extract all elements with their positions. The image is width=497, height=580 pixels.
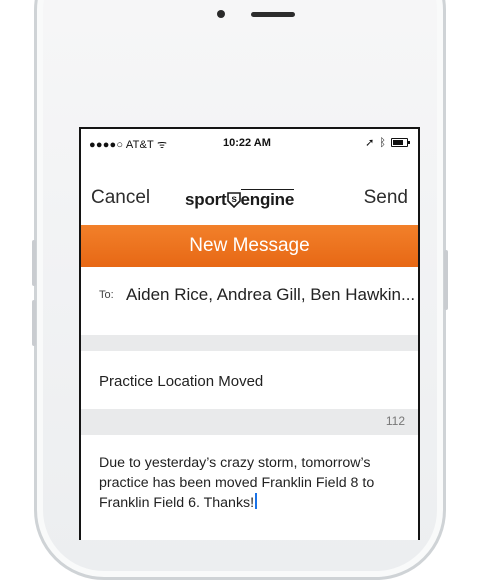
proximity-sensor xyxy=(217,10,225,18)
character-counter-bar: 112 xyxy=(81,409,418,435)
to-label: To: xyxy=(99,289,114,301)
message-body-field[interactable]: Due to yesterday’s crazy storm, tomorrow… xyxy=(81,435,418,540)
send-button[interactable]: Send xyxy=(364,187,408,209)
svg-text:s: s xyxy=(231,194,237,205)
volume-up-button xyxy=(32,240,36,286)
page-title: New Message xyxy=(189,235,310,256)
message-body[interactable]: Due to yesterday’s crazy storm, tomorrow… xyxy=(99,453,405,513)
nav-bar: Cancel sport s engine Send xyxy=(81,169,418,213)
status-bar: ●●●●○ AT&T ᯤ 10:22 AM ➚ ᛒ xyxy=(81,129,418,155)
sportsengine-logo: sport s engine xyxy=(185,189,294,210)
power-button xyxy=(444,250,448,310)
new-message-header: New Message xyxy=(81,225,418,267)
battery-icon xyxy=(391,138,410,147)
status-time: 10:22 AM xyxy=(223,137,271,149)
bluetooth-icon: ᛒ xyxy=(379,136,386,149)
logo-shield-icon: s xyxy=(226,191,241,208)
section-divider xyxy=(81,335,418,351)
carrier-signal: ●●●●○ AT&T ᯤ xyxy=(89,139,168,151)
earpiece-speaker xyxy=(251,12,295,17)
logo-text-right: engine xyxy=(240,189,295,209)
phone-screen: ●●●●○ AT&T ᯤ 10:22 AM ➚ ᛒ Cancel sport s… xyxy=(79,127,420,540)
text-cursor xyxy=(255,493,257,509)
location-icon: ➚ xyxy=(365,137,375,149)
recipients-value[interactable]: Aiden Rice, Andrea Gill, Ben Hawkin... xyxy=(126,285,415,305)
subject-value[interactable]: Practice Location Moved xyxy=(99,373,263,390)
cancel-button[interactable]: Cancel xyxy=(91,187,150,209)
status-icons: ➚ ᛒ xyxy=(365,136,410,149)
recipients-field[interactable]: To: Aiden Rice, Andrea Gill, Ben Hawkin.… xyxy=(81,277,418,317)
character-count: 112 xyxy=(385,414,405,428)
message-text: Due to yesterday’s crazy storm, tomorrow… xyxy=(99,455,375,511)
battery-level xyxy=(393,140,403,145)
logo-text-left: sport xyxy=(185,189,227,209)
subject-field[interactable]: Practice Location Moved xyxy=(81,351,418,407)
volume-down-button xyxy=(32,300,36,346)
